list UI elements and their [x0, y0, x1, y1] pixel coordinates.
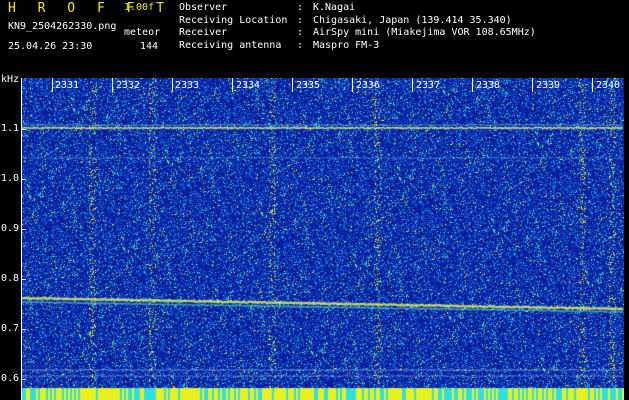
x-tick: [592, 78, 593, 92]
x-tick-label: 2333: [175, 80, 200, 91]
x-tick: [112, 78, 113, 92]
y-tick: [21, 129, 26, 130]
x-tick: [292, 78, 293, 92]
x-tick-label: 2339: [536, 80, 561, 91]
station-info: Observer: K.Nagai Receiving Location: Chig…: [179, 2, 536, 52]
spectrogram-canvas: [22, 78, 624, 400]
x-tick-label: 2331: [55, 80, 80, 91]
y-axis-unit: kHz: [1, 74, 20, 85]
y-tick: [21, 279, 26, 280]
y-tick-label: 0.7: [1, 323, 20, 334]
info-row-antenna: Receiving antenna: Maspro FM-3: [179, 39, 380, 51]
y-tick: [21, 179, 26, 180]
spectrogram: [21, 78, 624, 400]
y-tick: [21, 379, 26, 380]
y-tick: [21, 329, 26, 330]
x-tick-label: 2340: [596, 80, 621, 91]
header: H R O F F T 1.00f KN9_2504262330.png met…: [0, 0, 629, 74]
x-tick: [52, 78, 53, 92]
info-row-receiver: Receiver: AirSpy mini (Miakejima VOR 108.…: [179, 27, 536, 38]
x-tick-label: 2332: [116, 80, 141, 91]
file-name: KN9_2504262330.png: [8, 21, 117, 32]
x-tick-label: 2335: [296, 80, 321, 91]
y-tick-label: 0.6: [1, 373, 20, 384]
x-tick-label: 2337: [416, 80, 441, 91]
x-tick: [232, 78, 233, 92]
x-tick-label: 2336: [356, 80, 381, 91]
x-tick-label: 2338: [476, 80, 501, 91]
app-version: 1.00f: [124, 2, 155, 13]
y-tick-label: 0.9: [1, 223, 20, 234]
x-tick-label: 2334: [236, 80, 261, 91]
x-tick: [352, 78, 353, 92]
info-row-location: Receiving Location: Chigasaki, Japan (139…: [179, 14, 512, 26]
x-tick: [172, 78, 173, 92]
y-tick-label: 1.0: [1, 173, 20, 184]
mode-label: meteor: [124, 27, 161, 38]
y-tick-label: 1.1: [1, 123, 20, 134]
timestamp: 25.04.26 23:30: [8, 41, 93, 52]
y-tick: [21, 229, 26, 230]
x-tick: [412, 78, 413, 92]
x-tick: [472, 78, 473, 92]
x-tick: [532, 78, 533, 92]
detection-count: 144: [140, 41, 159, 52]
info-row-observer: Observer: K.Nagai: [179, 2, 356, 13]
y-tick-label: 0.8: [1, 273, 20, 284]
